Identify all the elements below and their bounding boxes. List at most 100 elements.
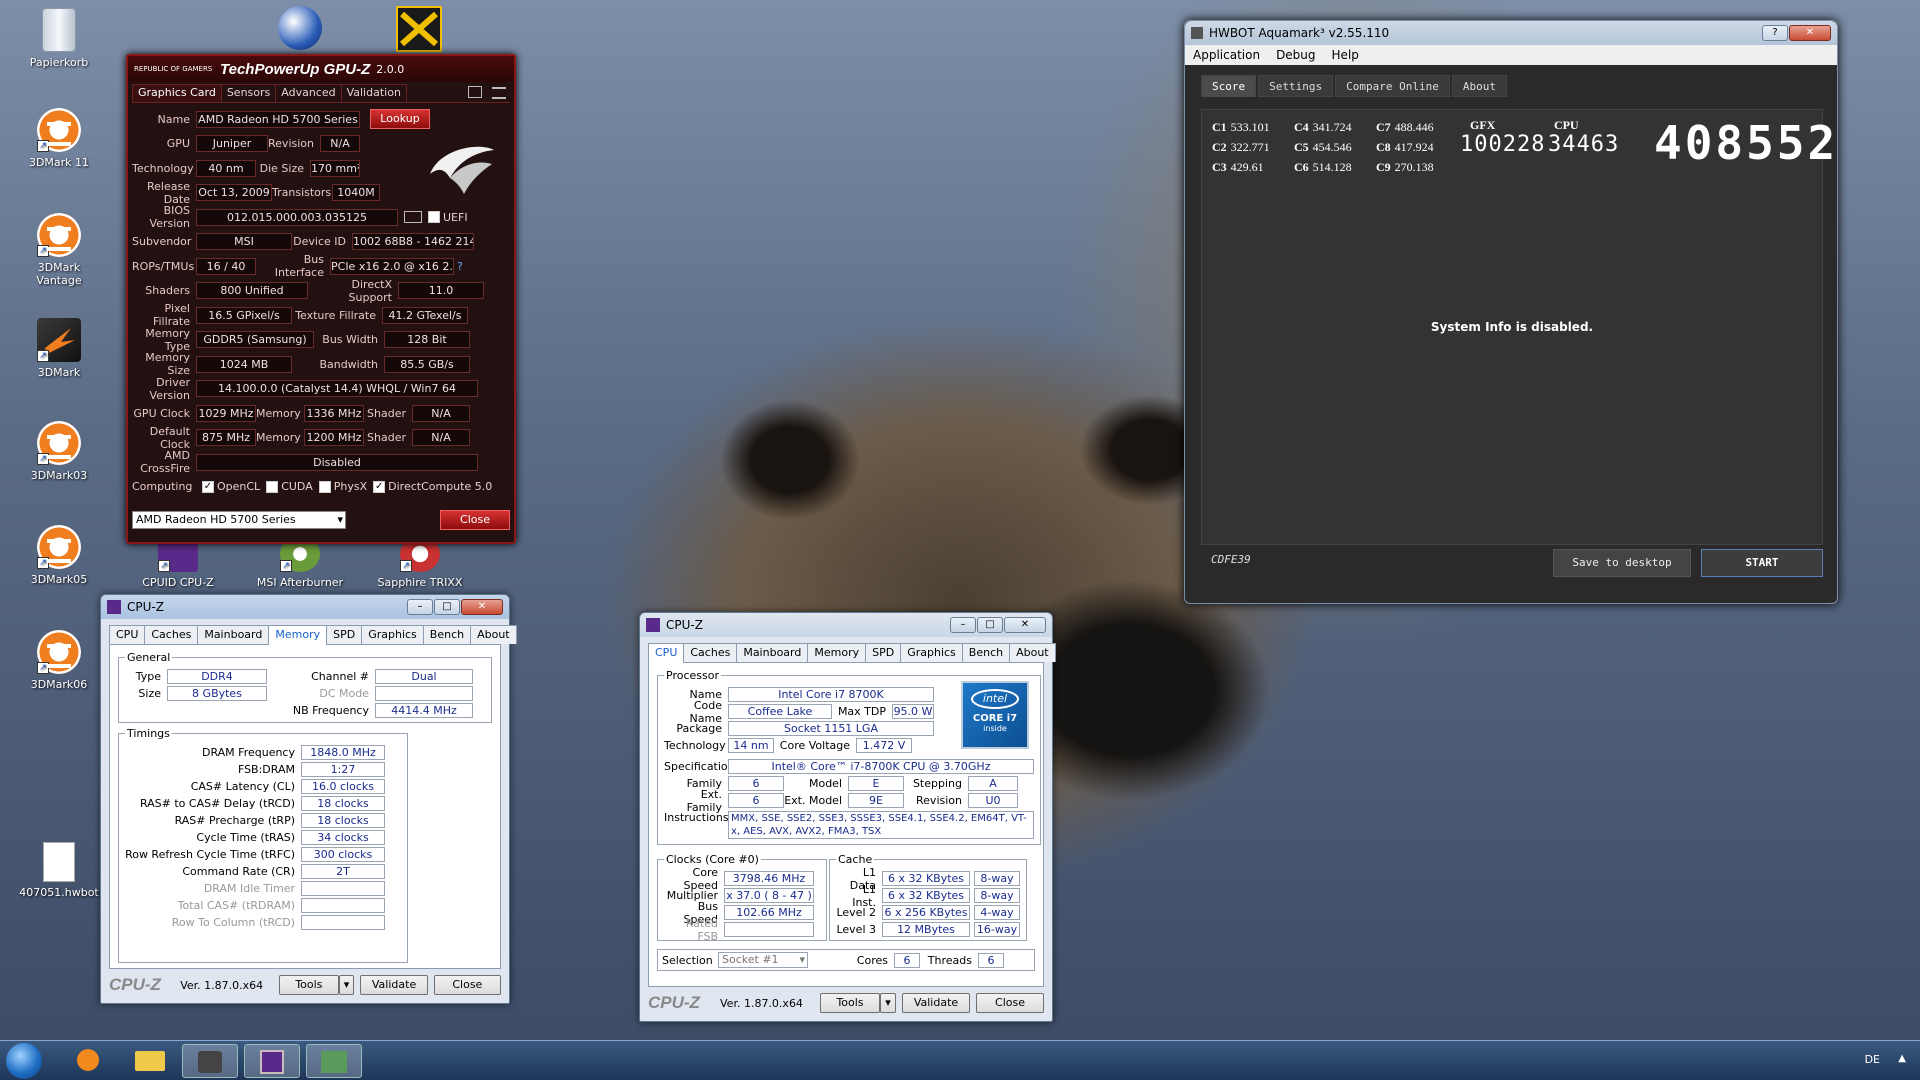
tools-button[interactable]: Tools [820,993,880,1013]
timing-value [301,881,385,896]
tab-graphics-card[interactable]: Graphics Card [132,84,222,102]
close-button[interactable]: Close [976,993,1044,1013]
validate-button[interactable]: Validate [360,975,428,995]
cpuz-memory-titlebar[interactable]: CPU-Z – □ ✕ [101,595,509,619]
save-to-desktop-button[interactable]: Save to desktop [1553,549,1691,577]
timing-row: Row Refresh Cycle Time (tRFC) 300 clocks [125,846,401,863]
cinema4d-icon[interactable] [278,6,322,50]
tab-about[interactable]: About [1009,643,1056,662]
tab-cpu[interactable]: CPU [109,625,146,644]
tab-bench[interactable]: Bench [422,625,472,644]
3dmark-icon: ↗ [37,108,81,152]
language-indicator[interactable]: DE [1865,1053,1880,1066]
die-size-field: 170 mm² [310,159,360,177]
version-label: Ver. 1.87.0.x64 [720,996,803,1010]
tab-mainboard[interactable]: Mainboard [197,625,270,644]
tab-mainboard[interactable]: Mainboard [736,643,809,662]
desktop-icon-3dmark06[interactable]: ↗ 3DMark06 [14,630,104,691]
gpu-select[interactable]: AMD Radeon HD 5700 Series ▾ [132,511,346,529]
timing-value [301,915,385,930]
tab-compare-online[interactable]: Compare Online [1335,75,1450,97]
uefi-checkbox[interactable] [428,211,440,224]
tab-advanced[interactable]: Advanced [275,84,342,102]
camera-icon[interactable] [468,86,482,98]
aquamark-titlebar[interactable]: HWBOT Aquamark³ v2.55.110 ? ✕ [1185,21,1837,45]
tab-caches[interactable]: Caches [144,625,199,644]
menu-icon[interactable] [492,87,506,99]
rated-fsb-field [724,922,814,937]
tab-sensors[interactable]: Sensors [220,84,277,102]
taskbar-cpuz[interactable] [244,1044,300,1078]
tab-validation[interactable]: Validation [340,84,407,102]
desktop-icon-3dmark03[interactable]: ↗ 3DMark03 [14,421,104,482]
desktop-icon-hwbot-file[interactable]: 407051.hwbot [14,842,104,899]
desktop-icon-recycle-bin[interactable]: Papierkorb [14,8,104,69]
menu-help[interactable]: Help [1324,48,1367,62]
desktop-icon-3dmark[interactable]: ↗ 3DMark [14,318,104,379]
desktop-icon-3dmark11[interactable]: ↗ 3DMark 11 [14,108,104,169]
timing-row: Row To Column (tRCD) [125,914,401,931]
desktop-icon-3dmark05[interactable]: ↗ 3DMark05 [14,525,104,586]
cuda-checkbox[interactable] [266,480,279,493]
file-icon [43,842,75,882]
maximize-button[interactable]: □ [434,599,460,615]
window-title: HWBOT Aquamark³ v2.55.110 [1209,26,1390,40]
tools-button[interactable]: Tools [279,975,339,995]
tab-about[interactable]: About [470,625,517,644]
start-button[interactable]: START [1701,549,1823,577]
validate-button[interactable]: Validate [902,993,970,1013]
app-shortcut-icon[interactable] [396,6,442,52]
tools-dropdown-button[interactable]: ▾ [338,975,355,995]
opencl-checkbox[interactable]: ✓ [202,480,214,493]
tab-spd[interactable]: SPD [326,625,363,644]
directx-field: 11.0 [398,282,484,300]
tab-cpu[interactable]: CPU [648,643,685,663]
start-orb-icon[interactable] [6,1043,42,1079]
close-button[interactable]: Close [433,975,501,995]
close-window-button[interactable]: ✕ [1789,25,1831,41]
tray-arrow-icon[interactable]: ▲ [1898,1053,1906,1064]
directcompute-checkbox[interactable]: ✓ [373,480,386,493]
maximize-button[interactable]: □ [977,617,1003,633]
gpuz-close-button[interactable]: Close [440,510,510,530]
cache-label: L1 Inst. [852,882,876,909]
total-score: 408552 [1654,116,1839,170]
bus-help-icon[interactable]: ? [457,260,463,273]
minimize-button[interactable]: – [407,599,433,615]
socket-select[interactable]: Socket #1 ▾ [718,952,808,968]
tools-dropdown-button[interactable]: ▾ [880,993,896,1013]
tab-graphics[interactable]: Graphics [900,643,963,662]
gpuz-titlebar[interactable]: REPUBLIC OF GAMERS TechPowerUp GPU-Z 2.0… [128,56,514,82]
desktop-icon-3dmark-vantage[interactable]: ↗ 3DMark Vantage [14,213,104,287]
taskbar-gpuz[interactable] [182,1044,238,1078]
lookup-button[interactable]: Lookup [370,109,430,130]
chapter-value: 488.446 [1394,120,1434,134]
minimize-button[interactable]: – [950,617,976,633]
chapter-key: C5 [1294,140,1309,154]
tab-score[interactable]: Score [1201,75,1257,97]
close-window-button[interactable]: ✕ [1004,617,1046,633]
dc-mode-field [375,686,473,701]
bus-speed-field: 102.66 MHz [724,905,814,920]
physx-checkbox[interactable] [318,480,331,493]
menu-application[interactable]: Application [1185,48,1268,62]
label: Memory [256,431,301,445]
tab-spd[interactable]: SPD [865,643,902,662]
tab-about[interactable]: About [1451,75,1507,97]
close-window-button[interactable]: ✕ [461,599,503,615]
tab-memory[interactable]: Memory [268,625,328,645]
tab-caches[interactable]: Caches [683,643,738,662]
chapter-score: C9 270.138 [1376,160,1434,175]
cpuz-cpu-titlebar[interactable]: CPU-Z – □ ✕ [640,613,1052,637]
tab-settings[interactable]: Settings [1258,75,1334,97]
intel-logo: intel [971,689,1019,709]
taskbar-explorer[interactable] [122,1044,178,1078]
share-icon[interactable] [404,211,422,224]
tab-bench[interactable]: Bench [961,643,1011,662]
help-button[interactable]: ? [1762,25,1788,41]
taskbar-media-player[interactable] [60,1044,116,1078]
tab-memory[interactable]: Memory [807,643,867,662]
tab-graphics[interactable]: Graphics [361,625,424,644]
menu-debug[interactable]: Debug [1268,48,1323,62]
taskbar-aquamark[interactable] [306,1044,362,1078]
